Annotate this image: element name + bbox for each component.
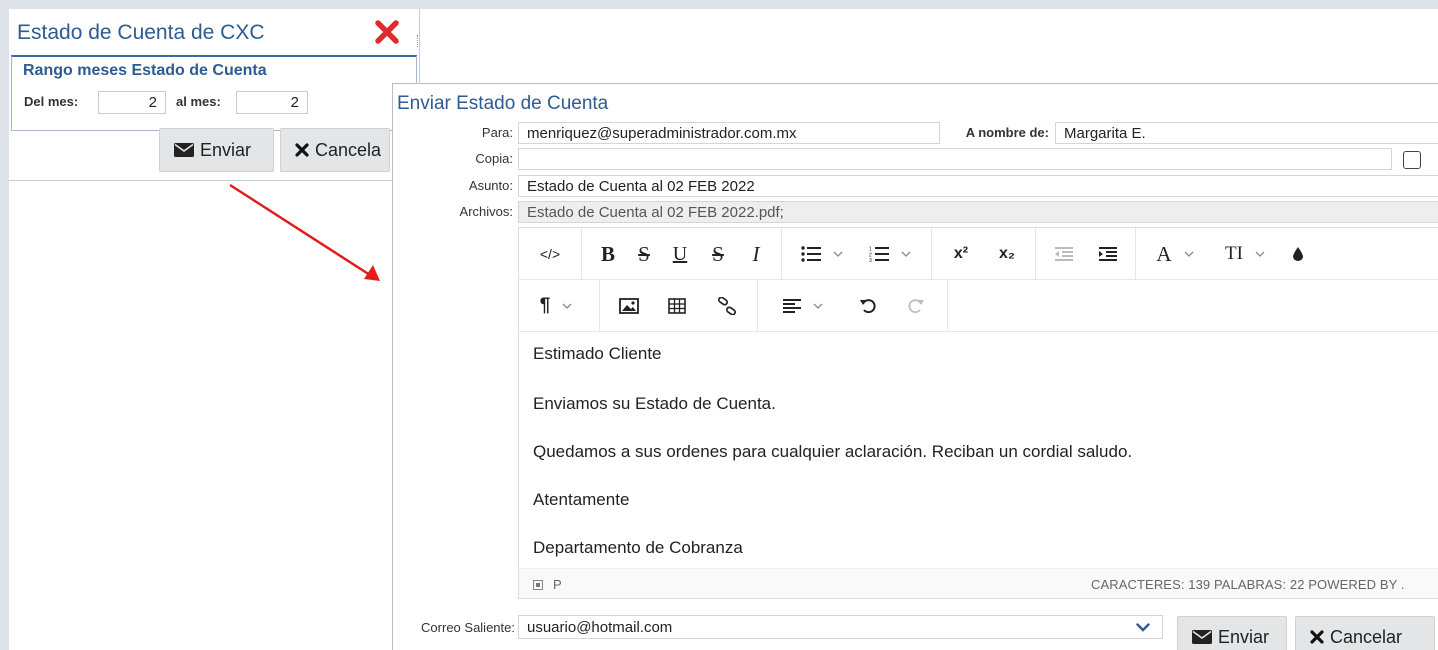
editor-line-3[interactable]: Quedamos a sus ordenes para cualquier ac…	[533, 442, 1132, 462]
editor-line-4[interactable]: Atentamente	[533, 490, 629, 510]
element-path-label[interactable]: P	[553, 577, 562, 592]
redo-icon[interactable]	[901, 288, 931, 324]
toolbar-separator	[757, 280, 758, 332]
cancel-button[interactable]: Cancela	[280, 128, 390, 172]
paragraph-icon[interactable]: ¶	[529, 288, 583, 324]
toolbar-separator	[947, 280, 948, 332]
subject-input[interactable]	[518, 175, 1438, 197]
outgoing-mail-select[interactable]: usuario@hotmail.com	[518, 615, 1163, 639]
from-month-label: Del mes:	[24, 94, 79, 109]
to-month-label: al mes:	[176, 94, 221, 109]
month-range-title: Rango meses Estado de Cuenta	[23, 62, 267, 79]
element-path: P	[533, 577, 562, 592]
email-cancel-button[interactable]: Cancelar	[1295, 616, 1435, 650]
table-icon[interactable]	[661, 288, 693, 324]
strikethrough-icon[interactable]: S	[629, 236, 659, 272]
editor-line-1[interactable]: Estimado Cliente	[533, 344, 662, 364]
send-button-label: Enviar	[200, 139, 252, 160]
outgoing-mail-label: Correo Saliente:	[421, 620, 515, 635]
font-size-glyph: TI	[1225, 243, 1243, 264]
toolbar-separator	[931, 228, 932, 280]
element-path-icon	[533, 579, 543, 590]
editor-line-5[interactable]: Departamento de Cobranza	[533, 538, 743, 558]
editor-statusbar: P CARACTERES: 139 PALABRAS: 22 POWERED B…	[519, 568, 1438, 598]
red-arrow-annotation	[229, 183, 380, 281]
underline-icon[interactable]: U	[665, 236, 695, 272]
email-send-label: Enviar	[1218, 626, 1270, 647]
svg-text:3: 3	[869, 258, 872, 262]
editor-toolbar-row-2: ¶	[519, 280, 1438, 332]
superscript-icon[interactable]: x²	[943, 236, 979, 272]
rich-text-editor: </> B S U S I 123 x² x₂ A TI ¶ Estimado …	[518, 227, 1438, 599]
to-input[interactable]	[518, 122, 940, 144]
indent-icon[interactable]	[1091, 236, 1125, 272]
toolbar-separator	[1035, 228, 1036, 280]
toolbar-separator	[581, 228, 582, 280]
editor-line-2[interactable]: Enviamos su Estado de Cuenta.	[533, 394, 776, 414]
cc-label: Copia:	[475, 151, 513, 166]
window-frame-top	[0, 0, 1438, 9]
x-mark-icon	[1310, 630, 1324, 644]
statement-dialog-title: Estado de Cuenta de CXC	[17, 21, 265, 44]
resize-grip[interactable]	[417, 35, 420, 47]
font-size-icon[interactable]: TI	[1215, 236, 1275, 272]
cancel-button-label: Cancela	[315, 139, 382, 160]
send-button[interactable]: Enviar	[159, 128, 274, 172]
statement-dialog: Estado de Cuenta de CXC Rango meses Esta…	[9, 9, 420, 181]
outgoing-mail-value: usuario@hotmail.com	[527, 619, 673, 636]
recipient-name-input[interactable]	[1055, 122, 1438, 144]
envelope-icon	[174, 143, 194, 157]
checkbox-icon[interactable]	[1403, 151, 1421, 169]
toolbar-separator	[599, 280, 600, 332]
link-icon[interactable]	[711, 288, 743, 324]
font-color-glyph: A	[1156, 241, 1172, 266]
files-field: Estado de Cuenta al 02 FEB 2022.pdf;	[518, 201, 1438, 223]
chevron-down-icon	[1136, 619, 1150, 636]
to-month-input[interactable]	[236, 91, 308, 114]
month-range-section: Rango meses Estado de Cuenta Del mes: al…	[11, 55, 417, 131]
numbered-list-icon[interactable]: 123	[859, 236, 921, 272]
bold-icon[interactable]: B	[593, 236, 623, 272]
strikethrough-alt-icon[interactable]: S	[703, 236, 733, 272]
to-label: Para:	[481, 125, 513, 140]
x-mark-icon	[295, 143, 309, 157]
email-send-button[interactable]: Enviar	[1177, 616, 1287, 650]
recipient-name-label: A nombre de:	[965, 125, 1049, 140]
outdent-icon[interactable]	[1047, 236, 1081, 272]
align-icon[interactable]	[771, 288, 835, 324]
toolbar-separator	[781, 228, 782, 280]
send-statement-title: Enviar Estado de Cuenta	[397, 93, 609, 114]
image-icon[interactable]	[613, 288, 645, 324]
close-icon[interactable]	[374, 19, 400, 45]
subscript-icon[interactable]: x₂	[989, 236, 1025, 272]
undo-icon[interactable]	[853, 288, 883, 324]
window-frame-left	[0, 0, 9, 650]
cc-input[interactable]	[518, 148, 1392, 170]
paragraph-glyph: ¶	[539, 295, 551, 316]
code-view-icon[interactable]: </>	[529, 236, 571, 272]
ink-drop-icon[interactable]	[1283, 236, 1313, 272]
editor-stats: CARACTERES: 139 PALABRAS: 22 POWERED BY …	[1091, 577, 1405, 592]
files-label: Archivos:	[459, 204, 513, 219]
subject-label: Asunto:	[468, 178, 513, 193]
from-month-input[interactable]	[98, 91, 166, 114]
editor-toolbar-row-1: </> B S U S I 123 x² x₂ A TI	[519, 228, 1438, 280]
email-cancel-label: Cancelar	[1330, 626, 1403, 647]
italic-icon[interactable]: I	[741, 236, 771, 272]
bullet-list-icon[interactable]	[791, 236, 853, 272]
envelope-icon	[1192, 630, 1212, 644]
toolbar-separator	[1135, 228, 1136, 280]
font-color-icon[interactable]: A	[1147, 236, 1203, 272]
send-statement-dialog: Enviar Estado de Cuenta Para: A nombre d…	[392, 83, 1438, 650]
